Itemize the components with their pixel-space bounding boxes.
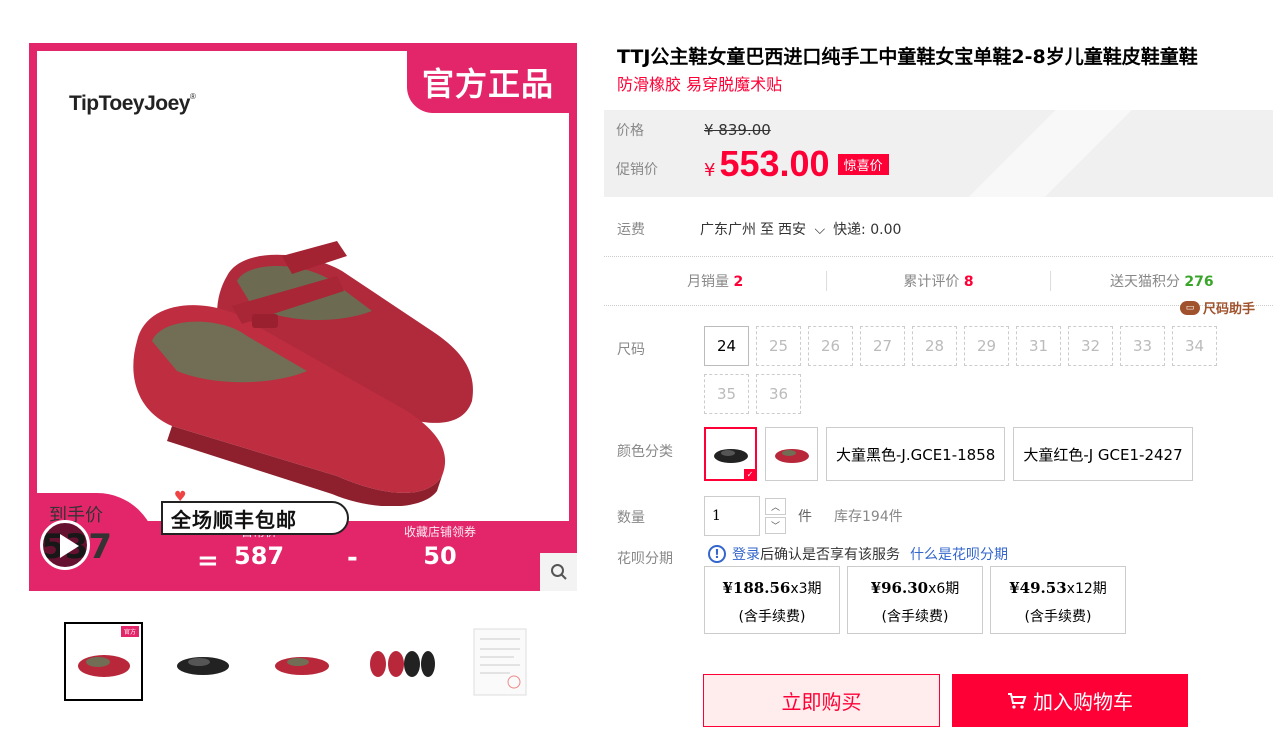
thumb-shoe-pairs-icon [369, 650, 435, 677]
play-video-icon[interactable] [40, 520, 90, 570]
currency-symbol: ¥ [704, 160, 716, 181]
installment-plan-3[interactable]: ¥188.56x3期 (含手续费) [704, 566, 840, 634]
size-option[interactable]: 36 [756, 374, 801, 414]
ship-to-word: 至 [760, 222, 774, 238]
thumbnail-4[interactable] [361, 622, 440, 701]
zoom-search-icon[interactable] [540, 553, 577, 591]
quantity-stepper: ︿ ﹀ 件 库存194件 [704, 496, 903, 536]
black-shoe-icon [713, 449, 748, 463]
installment-plan-12[interactable]: ¥49.53x12期 (含手续费) [990, 566, 1126, 634]
promo-price: ¥ 553.00 惊喜价 [704, 143, 889, 185]
express-fee: 快递: 0.00 [833, 222, 902, 238]
size-options: 24 25 26 27 28 29 31 32 33 34 35 36 [704, 326, 1234, 414]
coupon-value: 50 [423, 542, 457, 570]
quantity-input[interactable] [704, 496, 760, 536]
size-option[interactable]: 34 [1172, 326, 1217, 366]
size-option[interactable]: 24 [704, 326, 749, 366]
surprise-price-tag: 惊喜价 [837, 154, 889, 175]
size-option[interactable]: 27 [860, 326, 905, 366]
free-shipping-ribbon: 全场顺丰包邮 [161, 501, 349, 535]
tmall-points: 送天猫积分 276 [1109, 274, 1214, 290]
decrement-chevron-down-icon[interactable]: ﹀ [765, 517, 786, 534]
installment-note: ! 登录后确认是否享有该服务 什么是花呗分期 [708, 544, 1008, 564]
ship-destination-select[interactable]: 西安 ⌵ [778, 219, 829, 239]
red-shoe-icon [774, 449, 809, 463]
price-box: 价格 ¥ 839.00 促销价 ¥ 553.00 惊喜价 [604, 110, 1273, 197]
color-options: 大童黑色-J.GCE1-1858 大童红色-J GCE1-2427 [704, 427, 1193, 481]
coupon-label: 收藏店铺领券 [404, 525, 477, 539]
ship-from: 广东广州 [700, 222, 756, 238]
installment-label: 花呗分期 [617, 551, 673, 567]
review-count[interactable]: 累计评价 8 [827, 271, 1051, 291]
original-price-label: 价格 [616, 123, 644, 139]
color-swatch-black[interactable] [704, 427, 757, 481]
installment-plan-6[interactable]: ¥96.30x6期 (含手续费) [847, 566, 983, 634]
cart-icon [1008, 692, 1027, 709]
thumbnail-5[interactable] [460, 622, 539, 701]
what-is-installment-link[interactable]: 什么是花呗分期 [910, 544, 1008, 564]
regular-price-value: 587 [234, 542, 285, 570]
installment-plans: ¥188.56x3期 (含手续费) ¥96.30x6期 (含手续费) ¥49.5… [704, 566, 1126, 634]
thumb-red-shoe-side-icon [274, 656, 329, 675]
minus-sign: - [347, 543, 358, 573]
stock-count: 库存194件 [834, 509, 903, 525]
promo-price-label: 促销价 [616, 162, 658, 178]
thumb-red-shoe-icon [77, 654, 130, 677]
size-option[interactable]: 35 [704, 374, 749, 414]
official-genuine-tag: 官方正品 [407, 51, 569, 113]
thumb-certificate-icon [473, 628, 526, 695]
original-price: ¥ 839.00 [704, 121, 771, 139]
thumbnail-3[interactable] [262, 622, 341, 701]
add-to-cart-button[interactable]: 加入购物车 [952, 674, 1188, 727]
quantity-unit: 件 [798, 509, 812, 525]
shipping-label: 运费 [617, 222, 645, 238]
size-option[interactable]: 26 [808, 326, 853, 366]
thumbnail-strip: 官方 [64, 622, 539, 701]
brand-logo: TipToeyJoey® [69, 92, 196, 115]
color-swatch-red[interactable] [765, 427, 818, 481]
color-label: 颜色分类 [617, 444, 673, 460]
quantity-label: 数量 [617, 510, 645, 526]
shoe-photo [133, 241, 473, 506]
promo-price-amount: 553.00 [719, 143, 830, 184]
stats-bar: 月销量 2 累计评价 8 送天猫积分 276 [604, 256, 1273, 306]
shipping-row: 运费 广东广州 至 西安 ⌵ 快递: 0.00 [617, 219, 905, 239]
size-helper-button[interactable]: ▭ 尺码助手 [1180, 298, 1255, 317]
thumbnail-1[interactable]: 官方 [64, 622, 143, 701]
increment-chevron-up-icon[interactable]: ︿ [765, 498, 786, 515]
login-link[interactable]: 登录 [732, 547, 760, 563]
color-option-black-text[interactable]: 大童黑色-J.GCE1-1858 [826, 427, 1006, 481]
product-subtitle: 防滑橡胶 易穿脱魔术贴 [617, 75, 783, 94]
size-label: 尺码 [617, 342, 645, 358]
size-option[interactable]: 33 [1120, 326, 1165, 366]
info-icon: ! [708, 545, 726, 563]
size-option[interactable]: 29 [964, 326, 1009, 366]
monthly-sales: 月销量 2 [604, 271, 828, 291]
size-option[interactable]: 25 [756, 326, 801, 366]
size-option[interactable]: 28 [912, 326, 957, 366]
main-product-image[interactable]: TipToeyJoey® 官方正品 日常价 587 = - 收藏店铺领券 50 … [29, 43, 577, 591]
product-title: TTJ公主鞋女童巴西进口纯手工中童鞋女宝单鞋2-8岁儿童鞋皮鞋童鞋 [617, 46, 1198, 68]
equals-sign: = [197, 546, 219, 576]
ruler-icon: ▭ [1180, 300, 1200, 315]
chevron-down-icon: ⌵ [810, 222, 826, 238]
color-option-red-text[interactable]: 大童红色-J GCE1-2427 [1013, 427, 1193, 481]
thumb-black-shoe-icon [176, 656, 229, 675]
size-option[interactable]: 32 [1068, 326, 1113, 366]
buy-now-button[interactable]: 立即购买 [703, 674, 940, 727]
thumbnail-2[interactable] [163, 622, 242, 701]
size-option[interactable]: 31 [1016, 326, 1061, 366]
